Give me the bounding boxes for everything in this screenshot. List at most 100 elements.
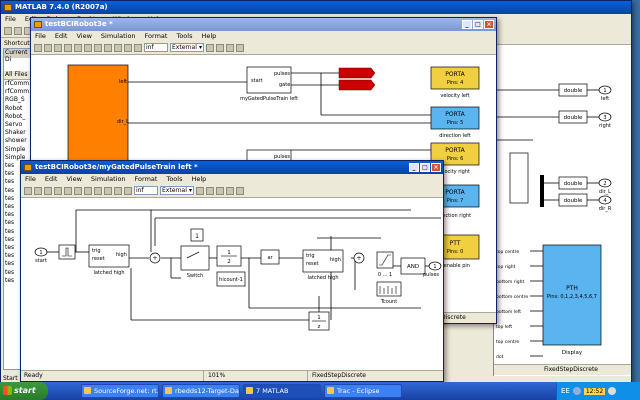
network-icon[interactable] (572, 387, 581, 395)
save-model-icon[interactable] (54, 43, 62, 52)
file-list-item[interactable]: rfComm (5, 88, 30, 96)
open-model-icon[interactable] (34, 186, 42, 195)
taskbar-item-matlab[interactable]: 7 MATLAB (243, 384, 321, 398)
maximize-button[interactable]: □ (473, 20, 483, 29)
back-sim-mode-select[interactable]: External (170, 43, 204, 52)
front-maximize-button[interactable]: □ (420, 163, 430, 172)
front-stop-time-field[interactable]: inf (134, 186, 158, 195)
file-list-item[interactable]: Robot_ (5, 113, 30, 121)
undo-icon[interactable] (104, 43, 112, 52)
menu-file[interactable]: File (5, 14, 16, 24)
shortcuts-bar[interactable]: Shortcuts (4, 40, 33, 47)
front-menu-format[interactable]: Format (135, 174, 158, 184)
print-icon[interactable] (54, 186, 62, 195)
undo-icon[interactable] (94, 186, 102, 195)
close-button[interactable]: × (484, 20, 494, 29)
open-model-icon[interactable] (44, 43, 52, 52)
back-menu-view[interactable]: View (76, 31, 91, 41)
cut-icon[interactable] (64, 186, 72, 195)
file-list-item[interactable]: RGB_S (5, 96, 30, 104)
latch-1-reset-port: reset (92, 256, 105, 262)
back-menu-format[interactable]: Format (145, 31, 168, 41)
file-list-item[interactable]: Servo (5, 121, 30, 129)
front-window-title-bar[interactable]: testBCIRobot3e/myGatedPulseTrain left * … (21, 161, 443, 174)
front-sim-mode-select[interactable]: External (160, 186, 194, 195)
front-close-button[interactable]: × (431, 163, 441, 172)
back-window-title-bar[interactable]: testBCIRobot3e * _ □ × (31, 18, 496, 31)
front-menu-edit[interactable]: Edit (45, 174, 58, 184)
new-file-icon[interactable] (4, 26, 12, 35)
front-menu-file[interactable]: File (25, 174, 36, 184)
back-menu-edit[interactable]: Edit (55, 31, 68, 41)
taskbar-item-sourceforge[interactable]: SourceForge.net: rt... (81, 384, 159, 398)
debug-icon[interactable] (236, 43, 244, 52)
sum-2-sign: + (356, 255, 361, 262)
file-list-item[interactable]: Simple (5, 146, 30, 154)
library-icon[interactable] (206, 186, 214, 195)
copy-icon[interactable] (84, 43, 92, 52)
language-indicator[interactable]: EE (561, 387, 570, 395)
file-list-item[interactable]: shower (5, 137, 30, 145)
cut-icon[interactable] (74, 43, 82, 52)
taskbar-item-eclipse[interactable]: Trac - Eclipse (324, 384, 402, 398)
matlab-status-start[interactable]: Start (3, 375, 18, 382)
edge-detect-block[interactable] (58, 244, 76, 260)
right-diagram-svg: double double double double 1 left 3 rig… (495, 83, 612, 360)
goto-tag-1[interactable] (338, 67, 376, 79)
front-menu-tools[interactable]: Tools (166, 174, 182, 184)
explorer-icon[interactable] (226, 43, 234, 52)
matlab-icon (4, 4, 12, 11)
double-label-3: double (564, 181, 583, 187)
switch-caption: Switch (187, 273, 204, 279)
outport-pulses-number: 1 (433, 264, 436, 270)
zoom-icon[interactable] (236, 186, 244, 195)
start-button[interactable]: start (0, 382, 48, 400)
new-model-icon[interactable] (24, 186, 32, 195)
switch-block[interactable] (180, 245, 210, 271)
file-list-item[interactable]: Robot (5, 105, 30, 113)
redo-icon[interactable] (114, 43, 122, 52)
play-icon[interactable] (124, 43, 132, 52)
demux-block[interactable] (509, 152, 529, 204)
front-menu-help[interactable]: Help (191, 174, 206, 184)
play-icon[interactable] (114, 186, 122, 195)
back-menu-simulation[interactable]: Simulation (101, 31, 136, 41)
file-list-item[interactable]: Shaker (5, 129, 30, 137)
back-menu-file[interactable]: File (35, 31, 46, 41)
back-menu-help[interactable]: Help (201, 31, 216, 41)
double-label-1: double (564, 88, 583, 94)
stop-icon[interactable] (134, 43, 142, 52)
front-minimize-button[interactable]: _ (409, 163, 419, 172)
library-icon[interactable] (216, 43, 224, 52)
current-dir-tab[interactable]: Current Di (4, 49, 30, 63)
outport-4-label: dir_R (599, 206, 612, 212)
mux-bar[interactable] (540, 175, 544, 207)
goto-tag-2[interactable] (338, 79, 376, 91)
matlab-title-bar[interactable]: MATLAB 7.4.0 (R2007a) (1, 1, 631, 14)
tray-clock[interactable]: 12:52 (583, 387, 606, 395)
print-icon[interactable] (64, 43, 72, 52)
inport-label: start (35, 258, 47, 264)
new-model-icon[interactable] (34, 43, 42, 52)
volume-icon[interactable] (608, 387, 617, 395)
tcount-block[interactable] (376, 281, 402, 297)
paste-icon[interactable] (94, 43, 102, 52)
save-model-icon[interactable] (44, 186, 52, 195)
explorer-icon[interactable] (216, 186, 224, 195)
back-menu-tools[interactable]: Tools (176, 31, 192, 41)
redo-icon[interactable] (104, 186, 112, 195)
stop-icon[interactable] (124, 186, 132, 195)
taskbar-item-target[interactable]: rbedds12-Target-Da... (162, 384, 240, 398)
open-icon[interactable] (14, 26, 22, 35)
paste-icon[interactable] (84, 186, 92, 195)
debug-icon[interactable] (226, 186, 234, 195)
minimize-button[interactable]: _ (462, 20, 472, 29)
front-menu-view[interactable]: View (66, 174, 81, 184)
front-menu-simulation[interactable]: Simulation (91, 174, 126, 184)
all-files-header[interactable]: All Files (4, 71, 30, 80)
back-stop-time-field[interactable]: inf (144, 43, 168, 52)
file-list-item[interactable]: rfComm (5, 80, 30, 88)
build-icon[interactable] (196, 186, 204, 195)
build-icon[interactable] (206, 43, 214, 52)
copy-icon[interactable] (74, 186, 82, 195)
